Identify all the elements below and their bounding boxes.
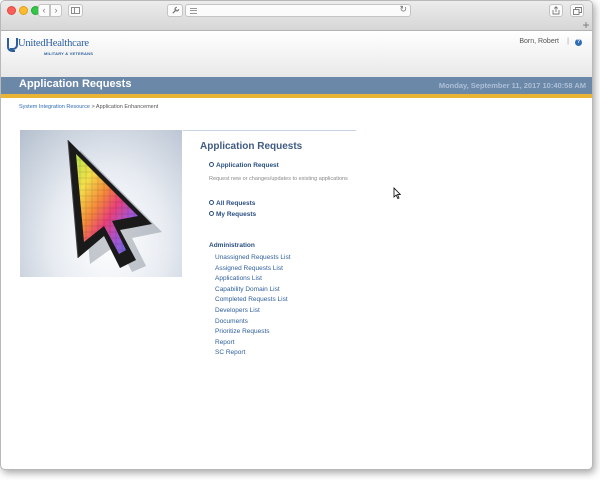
admin-link-capability-domain-list[interactable]: Capability Domain List [215, 285, 291, 296]
bullet-icon [209, 210, 214, 216]
close-window-button[interactable] [7, 6, 16, 15]
tabs-glyph [572, 6, 582, 15]
administration-links: Unassigned Requests List Assigned Reques… [215, 253, 291, 359]
breadcrumb-current: Application Enhancement [95, 104, 159, 110]
mouse-cursor-icon [393, 187, 401, 199]
wrench-glyph [171, 6, 179, 14]
application-request-link[interactable]: Application Request [209, 161, 279, 169]
admin-link-assigned-requests-list[interactable]: Assigned Requests List [215, 264, 291, 275]
all-requests-label: All Requests [216, 200, 256, 207]
help-icon[interactable]: ? [575, 39, 582, 46]
logo-name: UnitedHealthcare [18, 38, 89, 49]
share-icon[interactable] [549, 4, 563, 17]
browser-toolbar: ‹ › ↻ + [1, 1, 592, 32]
panel-divider [183, 130, 356, 131]
bullet-icon [209, 161, 214, 167]
reader-icon[interactable] [190, 8, 197, 14]
accent-divider [1, 94, 592, 98]
page-title: Application Requests [19, 78, 132, 90]
share-glyph [552, 6, 560, 15]
sidebar-toggle-button[interactable] [68, 4, 83, 17]
section-title: Application Requests [200, 141, 303, 152]
current-datetime: Monday, September 11, 2017 10:40:58 AM [438, 81, 586, 90]
logo-mark-icon [7, 38, 18, 52]
application-request-description: Request new or changes/updates to existi… [209, 176, 348, 182]
wrench-icon[interactable] [167, 4, 183, 17]
back-arrow-icon[interactable]: ‹ [38, 4, 50, 17]
logo-subtitle: MILITARY & VETERANS [44, 51, 94, 56]
admin-link-unassigned-requests-list[interactable]: Unassigned Requests List [215, 253, 291, 264]
sidebar-icon [71, 7, 80, 14]
admin-link-prioritize-requests[interactable]: Prioritize Requests [215, 327, 291, 338]
browser-window: ‹ › ↻ + UnitedHealthcare MILITARY & VETE… [0, 0, 593, 470]
breadcrumb-separator: > [91, 104, 95, 110]
my-requests-link[interactable]: My Requests [209, 210, 257, 218]
admin-link-developers-list[interactable]: Developers List [215, 306, 291, 317]
page-title-bar: Application Requests Monday, September 1… [1, 77, 592, 94]
administration-heading: Administration [209, 242, 255, 249]
minimize-window-button[interactable] [19, 6, 28, 15]
plus-icon[interactable]: + [578, 18, 592, 32]
all-requests-link[interactable]: All Requests [209, 199, 256, 207]
site-header: UnitedHealthcare MILITARY & VETERANS Bor… [1, 31, 592, 77]
admin-link-completed-requests-list[interactable]: Completed Requests List [215, 295, 291, 306]
admin-link-documents[interactable]: Documents [215, 317, 291, 328]
breadcrumb-root-link[interactable]: System Integration Resource [19, 104, 90, 110]
unitedhealthcare-logo[interactable]: UnitedHealthcare MILITARY & VETERANS [7, 38, 117, 62]
forward-arrow-icon[interactable]: › [50, 4, 62, 17]
my-requests-label: My Requests [216, 211, 257, 218]
admin-link-sc-report[interactable]: SC Report [215, 348, 291, 359]
header-separator: | [567, 38, 569, 45]
tabs-icon[interactable] [570, 4, 584, 17]
bullet-icon [209, 199, 214, 205]
application-request-label: Application Request [216, 162, 279, 169]
address-bar[interactable]: ↻ [185, 4, 411, 17]
admin-link-report[interactable]: Report [215, 338, 291, 349]
admin-link-applications-list[interactable]: Applications List [215, 274, 291, 285]
user-name: Born, Robert [519, 38, 559, 45]
reload-icon[interactable]: ↻ [399, 4, 407, 15]
hero-cursor-image [20, 130, 182, 277]
pixel-cursor-illustration [67, 139, 162, 272]
breadcrumb: System Integration Resource > Applicatio… [19, 104, 158, 110]
